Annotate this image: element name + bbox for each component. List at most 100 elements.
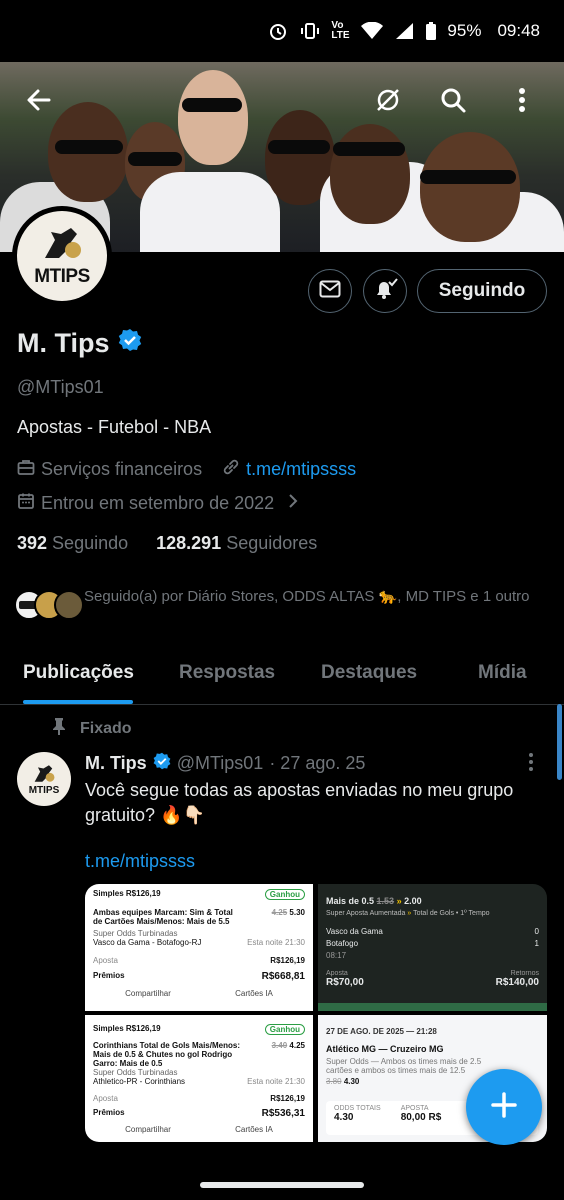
profile-avatar[interactable]: MTIPS bbox=[12, 206, 112, 306]
follow-stats: 392 Seguindo 128.291 Seguidores bbox=[17, 533, 317, 554]
post-author-avatar[interactable]: MTIPS bbox=[17, 752, 71, 806]
bet-promo: Super Aposta Aumentada bbox=[326, 910, 406, 917]
odds-total-value: 4.30 bbox=[334, 1112, 354, 1123]
bet-prize: R$668,81 bbox=[261, 971, 305, 982]
bet-prize-label: Prêmios bbox=[93, 1108, 125, 1117]
team-score: 0 bbox=[534, 927, 539, 936]
bet-prize: R$536,31 bbox=[261, 1108, 305, 1119]
post-author-handle: @MTips01 bbox=[176, 753, 264, 773]
clock: 09:48 bbox=[497, 21, 540, 40]
bet-market: Mais de 0.5 bbox=[326, 896, 375, 906]
team-name: Botafogo bbox=[326, 939, 359, 948]
message-button[interactable] bbox=[308, 269, 352, 313]
mail-icon bbox=[319, 280, 341, 303]
profile-link[interactable]: t.me/mtipssss bbox=[246, 459, 356, 480]
back-button[interactable] bbox=[17, 80, 61, 124]
bet-promo: Super Odds Turbinadas bbox=[93, 929, 178, 938]
bet-share: Compartilhar bbox=[125, 989, 171, 998]
profile-name-row: M. Tips bbox=[17, 328, 142, 359]
follower-avatar bbox=[54, 590, 84, 620]
tab-replies[interactable]: Respostas bbox=[179, 662, 275, 684]
grok-button[interactable] bbox=[366, 80, 410, 124]
bet-cards: Cartões IA bbox=[235, 989, 273, 998]
bet-stake: R$126,19 bbox=[270, 1094, 305, 1103]
bet-odd-old: 4.25 bbox=[271, 908, 288, 917]
post-author-name[interactable]: M. Tips bbox=[85, 753, 147, 774]
stake-value: 80,00 R$ bbox=[400, 1112, 442, 1123]
more-options-button[interactable] bbox=[500, 80, 544, 124]
bet-prize-label: Prêmios bbox=[93, 971, 125, 980]
bet-slip-image[interactable]: Simples R$126,19 Ganhou Ambas equipes Ma… bbox=[85, 884, 313, 1011]
briefcase-icon bbox=[17, 458, 35, 481]
bet-slip-image[interactable]: Mais de 0.5 1.53 » 2.00 Super Aposta Aum… bbox=[318, 884, 547, 1011]
bet-return-label: Retornos bbox=[510, 970, 539, 977]
profile-tabs: Publicações Respostas Destaques Mídia bbox=[0, 648, 564, 705]
profile-name: M. Tips bbox=[17, 328, 110, 358]
tab-highlights[interactable]: Destaques bbox=[321, 662, 417, 684]
bet-market: Corinthians Total de Gols Mais/Menos: Ma… bbox=[93, 1041, 240, 1068]
bet-slip-image[interactable]: Simples R$126,19 Ganhou Corinthians Tota… bbox=[85, 1015, 313, 1142]
profile-meta-row: Serviços financeiros t.me/mtipssss bbox=[17, 458, 356, 481]
bet-match: Atlético MG — Cruzeiro MG bbox=[326, 1044, 444, 1054]
post-more-button[interactable] bbox=[528, 752, 548, 776]
team-name: Vasco da Gama bbox=[326, 927, 383, 936]
signal-icon bbox=[393, 20, 415, 42]
post-text: Você segue todas as apostas enviadas no … bbox=[85, 780, 514, 825]
post-link[interactable]: t.me/mtipssss bbox=[85, 851, 195, 872]
battery-icon bbox=[425, 20, 437, 42]
compose-post-button[interactable] bbox=[466, 1069, 542, 1145]
bet-cards: Cartões IA bbox=[235, 1125, 273, 1134]
stake-label: APOSTA bbox=[400, 1105, 429, 1112]
avatar-logo-text: MTIPS bbox=[34, 266, 90, 287]
following-button[interactable]: Seguindo bbox=[417, 269, 547, 313]
profile-handle: @MTips01 bbox=[17, 377, 104, 397]
chevron-right-icon bbox=[288, 493, 298, 514]
bet-share: Compartilhar bbox=[125, 1125, 171, 1134]
tab-media[interactable]: Mídia bbox=[478, 662, 527, 684]
pinned-label-row: Fixado bbox=[52, 717, 132, 740]
bet-stake-label: Aposta bbox=[93, 956, 118, 965]
team-score: 1 bbox=[534, 939, 539, 948]
odds-total-label: ODDS TOTAIS bbox=[334, 1105, 381, 1112]
pin-icon bbox=[52, 717, 66, 740]
following-stat[interactable]: 392 Seguindo bbox=[17, 533, 128, 554]
top-nav bbox=[0, 74, 564, 130]
profile-joined: Entrou em setembro de 2022 bbox=[41, 493, 275, 513]
following-label: Seguindo bbox=[52, 533, 129, 553]
verified-badge-icon bbox=[153, 752, 171, 775]
bet-date: 27 DE AGO. DE 2025 — 21:28 bbox=[326, 1027, 437, 1036]
bet-stake-label: Aposta bbox=[326, 970, 348, 977]
back-arrow-icon bbox=[25, 86, 53, 119]
bet-odd: 2.00 bbox=[404, 896, 422, 906]
notifications-button[interactable] bbox=[363, 269, 407, 313]
bet-odd-old: 3.80 bbox=[326, 1077, 342, 1086]
bet-header: Simples R$126,19 bbox=[93, 1024, 161, 1033]
profile-joined-row[interactable]: Entrou em setembro de 2022 bbox=[17, 492, 298, 515]
pinned-label: Fixado bbox=[80, 719, 132, 737]
scrollbar[interactable] bbox=[557, 704, 562, 780]
home-indicator[interactable] bbox=[200, 1182, 364, 1188]
grok-icon bbox=[374, 86, 402, 119]
match-minute: 08:17 bbox=[326, 951, 347, 960]
search-button[interactable] bbox=[431, 80, 475, 124]
bet-odd-old: 3.40 bbox=[271, 1041, 288, 1050]
wifi-icon bbox=[361, 20, 384, 42]
bet-status-badge: Ganhou bbox=[264, 889, 305, 900]
bet-odd: 5.30 bbox=[289, 908, 305, 917]
bet-header: Simples R$126,19 bbox=[93, 889, 161, 898]
followers-count: 128.291 bbox=[156, 533, 222, 553]
bell-check-icon bbox=[372, 276, 398, 307]
tab-posts[interactable]: Publicações bbox=[23, 662, 134, 684]
bet-return: R$140,00 bbox=[495, 977, 539, 988]
bet-desc: Super Odds — Ambos os times mais de 2.5 … bbox=[326, 1057, 482, 1075]
followers-stat[interactable]: 128.291 Seguidores bbox=[156, 533, 317, 554]
post-header: M. Tips @MTips01 · 27 ago. 25 bbox=[85, 752, 365, 775]
vibrate-icon bbox=[299, 20, 321, 42]
followed-by-row[interactable]: Seguido(a) por Diário Stores, ODDS ALTAS… bbox=[14, 586, 534, 620]
status-bar: Vo LTE 95% 09:48 bbox=[0, 0, 564, 62]
followed-by-text: Seguido(a) por Diário Stores, ODDS ALTAS… bbox=[84, 588, 530, 605]
post-date: · 27 ago. 25 bbox=[269, 753, 366, 773]
bet-stake: R$70,00 bbox=[326, 977, 364, 988]
profile-category: Serviços financeiros bbox=[41, 459, 203, 479]
bet-time: Esta noite 21:30 bbox=[247, 1077, 305, 1086]
